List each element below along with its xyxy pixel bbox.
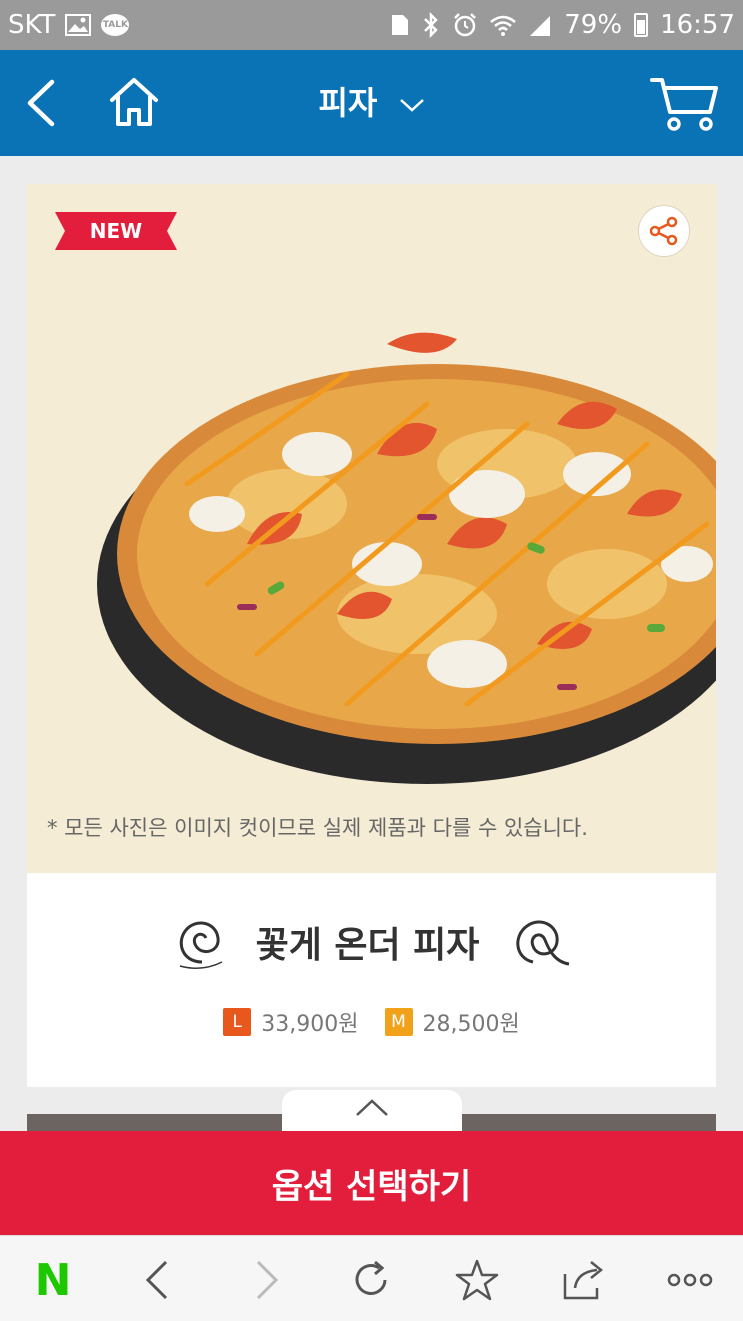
bluetooth-icon	[424, 12, 439, 38]
share-icon	[649, 216, 678, 246]
back-icon	[145, 1260, 168, 1300]
browser-back-button[interactable]	[133, 1256, 181, 1304]
size-badge-m: M	[384, 1008, 413, 1036]
product-name-row: 꽃게 온더 피자	[27, 912, 716, 972]
signal-icon	[530, 16, 551, 36]
bookmark-button[interactable]	[453, 1256, 501, 1304]
price-large: L 33,900원	[223, 1006, 359, 1038]
more-icon	[667, 1273, 713, 1287]
price-medium: M 28,500원	[384, 1006, 520, 1038]
status-bar: SKT TALK 79% 16:57	[0, 0, 743, 50]
price-large-value: 33,900원	[261, 1012, 359, 1037]
image-disclaimer: * 모든 사진은 이미지 컷이므로 실제 제품과 다를 수 있습니다.	[47, 816, 588, 840]
pizza-image	[97, 332, 716, 784]
swirl-right-icon	[516, 920, 570, 966]
select-option-button[interactable]: 옵션 선택하기	[0, 1131, 743, 1235]
share-button[interactable]	[638, 205, 690, 257]
forward-icon	[256, 1260, 279, 1300]
new-badge-label: NEW	[89, 219, 143, 243]
share-page-button[interactable]	[560, 1256, 608, 1304]
browser-forward-button[interactable]	[243, 1256, 291, 1304]
more-button[interactable]	[666, 1256, 714, 1304]
price-medium-value: 28,500원	[422, 1012, 520, 1037]
size-badge-l: L	[223, 1008, 252, 1036]
carrier-label: SKT	[8, 10, 56, 40]
status-left: SKT TALK	[8, 10, 130, 40]
talk-icon: TALK	[101, 14, 130, 36]
battery-percent: 79%	[564, 10, 623, 40]
chevron-up-icon	[356, 1099, 388, 1116]
product-name: 꽃게 온더 피자	[255, 925, 480, 966]
page-title-dropdown[interactable]: 피자	[0, 78, 743, 124]
wifi-icon	[490, 15, 517, 36]
browser-bottom-bar: N	[0, 1235, 743, 1321]
image-icon	[65, 14, 92, 36]
battery-icon	[634, 13, 649, 37]
expand-tab[interactable]	[282, 1090, 462, 1136]
bookmark-star-icon	[455, 1259, 499, 1301]
swirl-left-icon	[179, 921, 222, 969]
page-title: 피자	[318, 84, 378, 122]
product-hero: NEW * 모든 사진은 이미지 컷이므로 실제 제품과 다를 수 있습니다.	[27, 184, 716, 873]
product-card: NEW * 모든 사진은 이미지 컷이므로 실제 제품과 다를 수 있습니다. …	[27, 184, 716, 1087]
share-icon	[563, 1261, 604, 1300]
status-right: 79% 16:57	[390, 10, 735, 40]
refresh-button[interactable]	[347, 1256, 395, 1304]
naver-logo: N	[34, 1254, 72, 1306]
clock: 16:57	[660, 10, 735, 40]
sim-icon	[392, 15, 409, 35]
chevron-down-icon	[399, 99, 424, 112]
naver-icon[interactable]: N	[29, 1254, 77, 1306]
app-header: 피자	[0, 50, 743, 156]
alarm-icon	[454, 13, 477, 37]
price-row: L 33,900원 M 28,500원	[27, 1006, 716, 1038]
refresh-icon	[355, 1260, 387, 1295]
cart-icon[interactable]	[650, 74, 718, 132]
